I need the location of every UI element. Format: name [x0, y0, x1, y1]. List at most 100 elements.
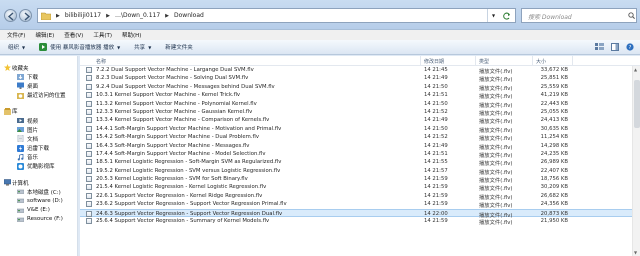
file-row[interactable]: 7.2.2 Dual Support Vector Machine - Larg… [80, 66, 640, 75]
address-row: ▶ bilibiliji0117 ▶ …\Down_0.117 ▶ Downlo… [0, 0, 640, 30]
breadcrumb-item[interactable]: bilibiliji0117 [65, 12, 101, 19]
sidebar-item-music[interactable]: 音乐 [0, 153, 77, 162]
refresh-icon[interactable] [503, 12, 511, 20]
sidebar-item-label: 优酷影视库 [27, 164, 55, 171]
chevron-down-icon[interactable]: ▼ [492, 13, 495, 18]
view-controls: ? [595, 43, 634, 51]
file-row[interactable]: 24.6.3 Support Vector Regression - Suppo… [80, 208, 640, 219]
forward-button[interactable] [19, 9, 32, 22]
address-bar[interactable]: ▶ bilibiliji0117 ▶ …\Down_0.117 ▶ Downlo… [37, 8, 516, 23]
video-file-icon [86, 192, 92, 199]
download-folder-icon [17, 74, 24, 81]
column-name[interactable]: 名称 [96, 58, 106, 65]
column-type[interactable]: 类型 [479, 58, 489, 65]
breadcrumb-item[interactable]: Download [174, 12, 204, 19]
sidebar-item-downloads[interactable]: 下载 [0, 72, 77, 81]
file-row[interactable]: 20.5.3 Kernel Logistic Regression - SVM … [80, 175, 640, 184]
documents-icon [17, 135, 24, 143]
view-options-icon[interactable] [595, 43, 604, 51]
sidebar-item-drive-f[interactable]: Resource (F:) [0, 215, 77, 224]
sidebar-item-videos[interactable]: 视频 [0, 116, 77, 125]
file-list: 名称 修改日期 类型 大小 7.2.2 Dual Support Vector … [80, 56, 640, 256]
column-date[interactable]: 修改日期 [424, 58, 444, 65]
file-rows: 7.2.2 Dual Support Vector Machine - Larg… [80, 66, 640, 227]
video-file-icon [86, 117, 92, 124]
sidebar-item-label: Resource (F:) [27, 216, 63, 223]
video-file-icon [86, 125, 92, 132]
file-row[interactable]: 19.5.2 Kernel Logistic Regression - SVM … [80, 167, 640, 176]
preview-pane-icon[interactable] [611, 43, 619, 51]
sidebar-item-pictures[interactable]: 图片 [0, 125, 77, 134]
sidebar-item-youku-library[interactable]: 优酷影视库 [0, 162, 77, 171]
file-row[interactable]: 10.3.1 Kernel Support Vector Machine - K… [80, 91, 640, 100]
organize-button[interactable]: 组织 ▼ [8, 43, 25, 52]
file-date: 14 21:59 [424, 201, 448, 208]
help-icon[interactable]: ? [626, 43, 634, 51]
file-name: 20.5.3 Kernel Logistic Regression - SVM … [96, 176, 248, 183]
sidebar-item-recent-places[interactable]: 最近访问的位置 [0, 91, 77, 100]
sidebar-item-label: 视频 [27, 118, 39, 125]
file-name: 16.4.3 Soft-Margin Support Vector Machin… [96, 142, 250, 149]
file-row[interactable]: 23.6.2 Support Vector Regression - Suppo… [80, 200, 640, 209]
file-row[interactable]: 21.5.4 Kernel Logistic Regression - Kern… [80, 183, 640, 192]
file-name: 22.6.1 Support Vector Regression - Kerne… [96, 192, 263, 199]
drive-icon [17, 199, 24, 204]
libraries-group[interactable]: 库 [0, 107, 77, 116]
sidebar-item-label: 桌面 [27, 83, 39, 90]
file-row[interactable]: 16.4.3 Soft-Margin Support Vector Machin… [80, 142, 640, 151]
file-size: 24,413 KB [540, 117, 568, 124]
search-icon[interactable] [628, 12, 635, 19]
breadcrumb-item[interactable]: …\Down_0.117 [115, 12, 160, 19]
chevron-right-icon[interactable]: ▶ [165, 13, 169, 19]
file-name: 15.4.2 Soft-Margin Support Vector Machin… [96, 134, 259, 141]
scrollbar-thumb[interactable] [634, 80, 640, 128]
file-row[interactable]: 14.4.1 Soft-Margin Support Vector Machin… [80, 125, 640, 134]
video-icon [17, 117, 24, 123]
file-row[interactable]: 13.3.4 Kernel Support Vector Machine - C… [80, 116, 640, 125]
file-row[interactable]: 25.6.4 Support Vector Regression - Summa… [80, 217, 640, 227]
menu-edit[interactable]: 编辑(E) [35, 31, 54, 39]
file-date: 14 21:49 [424, 75, 448, 82]
music-icon [17, 153, 24, 161]
video-file-icon [86, 108, 92, 115]
sidebar-item-drive-c[interactable]: 本地磁盘 (C:) [0, 187, 77, 196]
file-date: 14 21:49 [424, 142, 448, 149]
menu-help[interactable]: 帮助(H) [122, 31, 141, 39]
new-folder-button[interactable]: 新建文件夹 [165, 43, 193, 51]
sidebar-item-drive-d[interactable]: software (D:) [0, 196, 77, 205]
scroll-down-icon[interactable]: ▼ [634, 250, 637, 255]
youku-icon [17, 162, 24, 170]
file-row[interactable]: 12.3.3 Kernel Support Vector Machine - G… [80, 108, 640, 117]
share-button[interactable]: 共享 ▼ [134, 43, 151, 52]
column-size[interactable]: 大小 [536, 58, 546, 65]
file-size: 14,298 KB [540, 142, 568, 149]
sidebar-item-thunder-downloads[interactable]: 迅雷下载 [0, 144, 77, 153]
file-date: 14 21:50 [424, 100, 448, 107]
file-row[interactable]: 22.6.1 Support Vector Regression - Kerne… [80, 192, 640, 201]
chevron-right-icon[interactable]: ▶ [106, 13, 110, 19]
menu-file[interactable]: 文件(F) [7, 31, 25, 39]
favorites-group[interactable]: 收藏夹 [0, 63, 77, 72]
file-size: 22,443 KB [540, 100, 568, 107]
file-row[interactable]: 8.2.3 Dual Support Vector Machine - Solv… [80, 74, 640, 83]
sidebar-item-desktop[interactable]: 桌面 [0, 81, 77, 90]
search-input[interactable]: 搜索 Download [521, 8, 637, 23]
file-size: 24,356 KB [540, 201, 568, 208]
file-row[interactable]: 15.4.2 Soft-Margin Support Vector Machin… [80, 133, 640, 142]
computer-group[interactable]: 计算机 [0, 178, 77, 187]
file-row[interactable]: 17.4.4 Soft-Margin Support Vector Machin… [80, 150, 640, 159]
open-with-button[interactable]: 使用 暴风影音播放器 播放 ▼ [39, 43, 120, 51]
scroll-up-icon[interactable]: ▲ [634, 67, 637, 72]
file-size: 11,254 KB [540, 134, 568, 141]
vertical-scrollbar[interactable]: ▲ ▼ [632, 66, 640, 256]
file-row[interactable]: 11.3.2 Kernel Support Vector Machine - P… [80, 100, 640, 109]
file-row[interactable]: 9.2.4 Dual Support Vector Machine - Mess… [80, 83, 640, 92]
file-row[interactable]: 18.5.1 Kernel Logistic Regression - Soft… [80, 158, 640, 167]
menu-tools[interactable]: 工具(T) [93, 31, 112, 39]
file-type: 播放文件(.flv) [479, 220, 513, 227]
sidebar-item-drive-e[interactable]: V&E (E:) [0, 206, 77, 215]
back-button[interactable] [4, 9, 17, 22]
menu-view[interactable]: 查看(V) [64, 31, 83, 39]
sidebar-item-documents[interactable]: 文档 [0, 134, 77, 143]
video-file-icon [86, 100, 92, 107]
